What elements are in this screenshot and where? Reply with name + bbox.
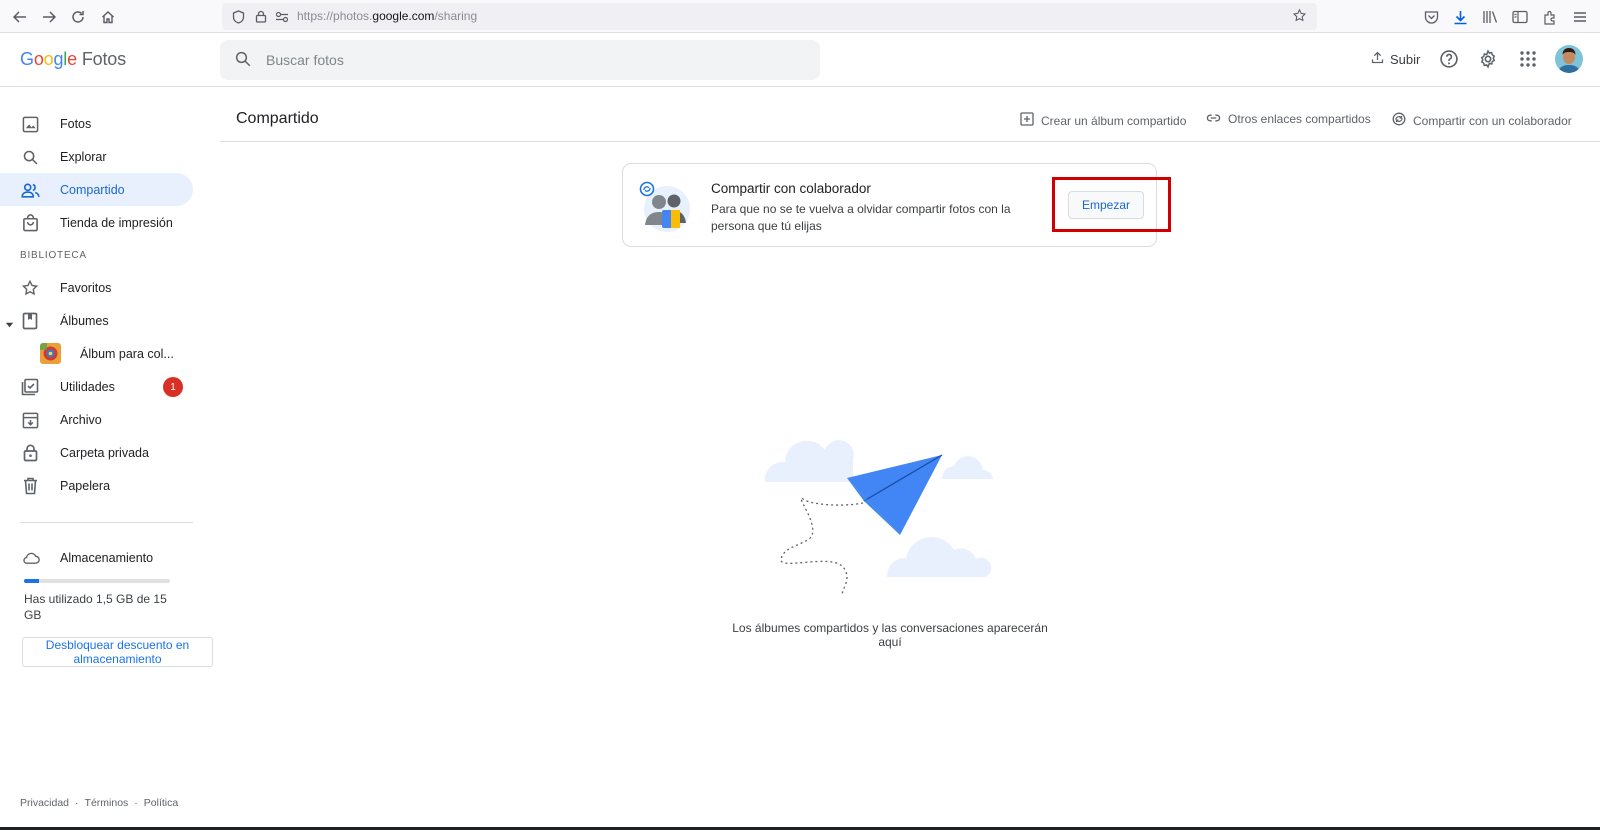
url-bar[interactable]: https://photos.google.com/sharing (222, 3, 1317, 30)
help-icon[interactable] (1437, 47, 1461, 71)
library-icon[interactable] (1480, 7, 1500, 27)
create-shared-album-button[interactable]: Crear un álbum compartido (1020, 112, 1186, 129)
footer-separator: · (75, 797, 79, 809)
sidebar: Fotos Explorar Compartido Tienda de impr… (0, 87, 220, 830)
storage-usage-text: Has utilizado 1,5 GB de 15 GB (24, 592, 167, 622)
storage-progress-fill (24, 579, 39, 583)
upload-button[interactable]: Subir (1370, 50, 1420, 68)
sidebar-item-albumes[interactable]: Álbumes (0, 304, 193, 337)
upload-label: Subir (1390, 51, 1421, 67)
star-icon (20, 278, 40, 298)
avatar[interactable] (1555, 45, 1583, 73)
archive-icon (20, 410, 40, 430)
other-shared-links-label: Otros enlaces compartidos (1228, 112, 1371, 126)
promo-title: Compartir con colaborador (711, 181, 871, 196)
footer-separator: · (134, 797, 138, 809)
link-icon (1206, 112, 1221, 126)
terms-link[interactable]: Términos (85, 797, 129, 809)
sidebar-item-almacenamiento[interactable]: Almacenamiento (0, 541, 193, 574)
other-shared-links-button[interactable]: Otros enlaces compartidos (1206, 112, 1371, 126)
search-input[interactable] (266, 48, 796, 72)
sidebar-item-explorar[interactable]: Explorar (0, 140, 193, 173)
utilities-icon (20, 377, 40, 397)
album-icon (20, 311, 40, 331)
expand-arrow-icon[interactable] (5, 316, 14, 334)
pocket-icon[interactable] (1421, 7, 1441, 27)
sidebar-item-archivo[interactable]: Archivo (0, 403, 193, 436)
privacy-link[interactable]: Privacidad (20, 797, 69, 809)
add-box-icon (1020, 112, 1034, 129)
sidebar-item-fotos[interactable]: Fotos (0, 107, 193, 140)
bookmark-star-icon[interactable] (1292, 8, 1307, 28)
storage-progress-bar (24, 579, 170, 583)
reload-icon[interactable] (68, 7, 88, 27)
page-title: Compartido (236, 110, 319, 127)
search-box[interactable] (220, 40, 820, 80)
footer-links: Privacidad · Términos · Política (20, 797, 178, 809)
download-icon[interactable] (1450, 7, 1470, 27)
app-header: GoogleFotos Subir (0, 33, 1600, 87)
lock-icon[interactable] (252, 8, 269, 25)
people-icon (20, 180, 40, 200)
sidebar-item-album-para-colaborador[interactable]: Álbum para col... (0, 337, 193, 370)
sidebar-item-papelera[interactable]: Papelera (0, 469, 193, 502)
create-shared-album-label: Crear un álbum compartido (1041, 113, 1187, 128)
section-label-biblioteca: BIBLIOTECA (20, 250, 87, 261)
photo-icon (20, 114, 40, 134)
share-with-partner-button[interactable]: Compartir con un colaborador (1392, 112, 1572, 129)
sidebar-icon[interactable] (1510, 7, 1530, 27)
sidebar-item-tienda[interactable]: Tienda de impresión (0, 206, 193, 239)
url-text[interactable]: https://photos.google.com/sharing (297, 9, 477, 23)
policy-link[interactable]: Política (144, 797, 178, 809)
start-button[interactable]: Empezar (1068, 191, 1144, 219)
google-photos-logo[interactable]: Google Fotos (20, 49, 126, 70)
cloud-icon (20, 548, 40, 568)
sidebar-divider (20, 522, 193, 523)
settings-gear-icon[interactable] (1476, 47, 1500, 71)
trash-icon (20, 476, 40, 496)
unlock-storage-discount-button[interactable]: Desbloquear descuento en almacenamiento (22, 637, 213, 667)
forward-icon[interactable] (39, 7, 59, 27)
search-icon (20, 147, 40, 167)
apps-grid-icon[interactable] (1516, 47, 1540, 71)
lock-icon (20, 443, 40, 463)
back-icon[interactable] (10, 7, 30, 27)
empty-state-text: Los álbumes compartidos y las conversaci… (732, 621, 1048, 649)
header-divider (220, 141, 1600, 142)
partner-share-icon (1392, 112, 1406, 129)
share-with-partner-label: Compartir con un colaborador (1413, 113, 1572, 128)
promo-description: Para que no se te vuelva a olvidar compa… (711, 202, 1011, 233)
notification-badge: 1 (163, 377, 183, 397)
extensions-icon[interactable] (1540, 7, 1560, 27)
sidebar-item-compartido[interactable]: Compartido (0, 173, 193, 206)
shopping-bag-icon (20, 213, 40, 233)
shield-icon[interactable] (230, 8, 247, 25)
paper-plane-illustration (755, 430, 1025, 598)
sidebar-item-favoritos[interactable]: Favoritos (0, 271, 193, 304)
upload-icon (1370, 50, 1385, 68)
sidebar-item-carpeta-privada[interactable]: Carpeta privada (0, 436, 193, 469)
sidebar-item-utilidades[interactable]: Utilidades 1 (0, 370, 193, 403)
search-icon[interactable] (234, 50, 252, 73)
menu-icon[interactable] (1570, 7, 1590, 27)
album-thumbnail (40, 343, 61, 364)
partner-sharing-illustration (638, 179, 692, 233)
home-icon[interactable] (98, 7, 118, 27)
permissions-icon[interactable] (273, 8, 290, 25)
browser-toolbar: https://photos.google.com/sharing (0, 0, 1600, 33)
